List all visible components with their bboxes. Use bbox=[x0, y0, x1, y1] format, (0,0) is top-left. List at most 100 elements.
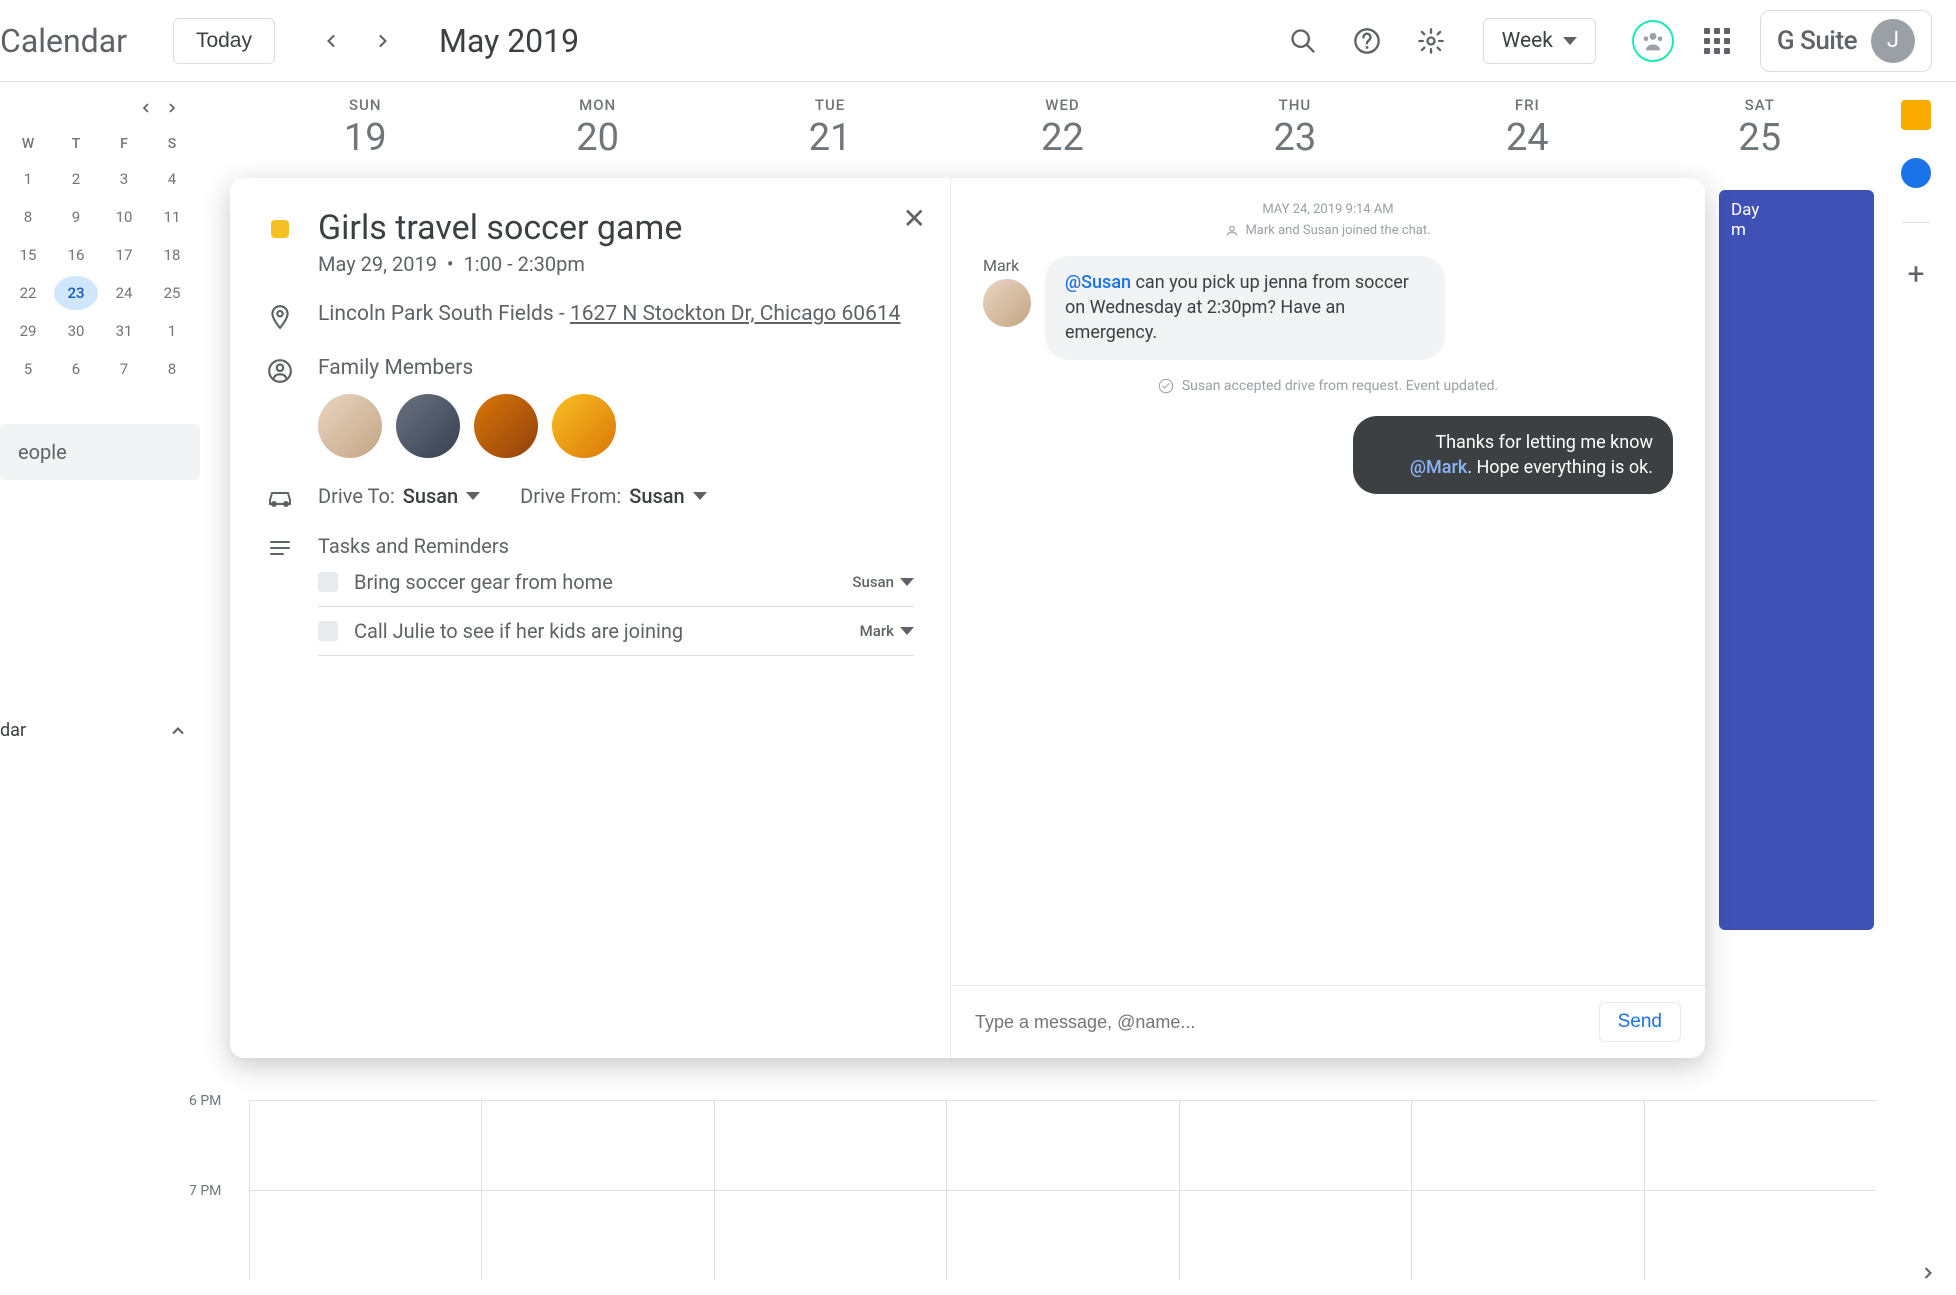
chat-message-in: Mark @Susan can you pick up jenna from s… bbox=[983, 256, 1673, 360]
avatar[interactable] bbox=[396, 394, 460, 458]
mini-cal-day[interactable]: 6 bbox=[54, 352, 98, 386]
family-link-icon[interactable] bbox=[1632, 20, 1674, 62]
all-day-event-block[interactable]: Day m bbox=[1719, 190, 1874, 930]
mini-nav bbox=[0, 100, 200, 116]
mini-next-icon[interactable] bbox=[164, 100, 180, 116]
search-people-input[interactable]: eople bbox=[0, 424, 200, 480]
mini-cal-day[interactable]: 10 bbox=[102, 200, 146, 234]
view-selector[interactable]: Week bbox=[1483, 18, 1596, 64]
next-week-button[interactable] bbox=[361, 19, 405, 63]
chat-bubble: @Susan can you pick up jenna from soccer… bbox=[1045, 256, 1445, 360]
chat-panel: MAY 24, 2019 9:14 AM Mark and Susan join… bbox=[950, 178, 1705, 1058]
time-label: 6 PM bbox=[189, 1093, 221, 1109]
drive-to-selector[interactable]: Drive To: Susan bbox=[318, 484, 480, 508]
prev-week-button[interactable] bbox=[309, 19, 353, 63]
event-details-panel: ✕ Girls travel soccer game May 29, 2019 … bbox=[230, 178, 950, 1058]
task-assignee-selector[interactable]: Susan bbox=[852, 573, 914, 591]
chat-system-status: Susan accepted drive from request. Event… bbox=[983, 378, 1673, 394]
avatar bbox=[983, 279, 1031, 327]
task-assignee-selector[interactable]: Mark bbox=[860, 622, 914, 640]
addons-plus-icon[interactable]: + bbox=[1907, 257, 1924, 292]
rail-divider bbox=[1902, 222, 1930, 223]
my-calendars-toggle[interactable]: dar bbox=[0, 700, 200, 741]
mini-cal-day[interactable]: 1 bbox=[150, 314, 194, 348]
group-label: Family Members bbox=[318, 356, 914, 380]
event-details-popup: ✕ Girls travel soccer game May 29, 2019 … bbox=[230, 178, 1705, 1058]
tasks-icon[interactable] bbox=[1901, 158, 1931, 188]
week-day-header[interactable]: THU23 bbox=[1179, 82, 1411, 168]
mini-cal-day[interactable]: 16 bbox=[54, 238, 98, 272]
avatar[interactable] bbox=[318, 394, 382, 458]
help-icon[interactable] bbox=[1343, 17, 1391, 65]
mini-cal-day[interactable]: 8 bbox=[6, 200, 50, 234]
mini-cal-day[interactable]: 7 bbox=[102, 352, 146, 386]
checkmark-icon bbox=[1158, 378, 1174, 394]
week-day-header[interactable]: WED22 bbox=[946, 82, 1178, 168]
mini-cal-day[interactable]: 4 bbox=[150, 162, 194, 196]
task-checkbox[interactable] bbox=[318, 621, 338, 641]
dropdown-icon bbox=[693, 492, 707, 500]
search-icon[interactable] bbox=[1279, 17, 1327, 65]
event-title-frag: Day bbox=[1731, 200, 1862, 220]
mini-cal-day[interactable]: 15 bbox=[6, 238, 50, 272]
tasks-label: Tasks and Reminders bbox=[318, 534, 914, 558]
right-rail: + bbox=[1894, 100, 1938, 292]
mini-cal-day[interactable]: 2 bbox=[54, 162, 98, 196]
notes-icon bbox=[268, 536, 292, 560]
week-day-header[interactable]: SUN19 bbox=[249, 82, 481, 168]
mini-cal-day[interactable]: 31 bbox=[102, 314, 146, 348]
mini-prev-icon[interactable] bbox=[138, 100, 154, 116]
mini-cal-day[interactable]: 1 bbox=[6, 162, 50, 196]
week-day-header[interactable]: TUE21 bbox=[714, 82, 946, 168]
chat-bubble: Thanks for letting me know @Mark. Hope e… bbox=[1353, 416, 1673, 494]
week-day-header[interactable]: SAT25 bbox=[1644, 82, 1876, 168]
mini-calendar: WTFS123489101115161718222324252930311567… bbox=[0, 82, 200, 404]
user-avatar[interactable]: J bbox=[1871, 19, 1915, 63]
mini-cal-day[interactable]: 23 bbox=[54, 276, 98, 310]
event-time-frag: m bbox=[1731, 220, 1862, 240]
task-item: Bring soccer gear from home Susan bbox=[318, 558, 914, 607]
mini-cal-day[interactable]: 3 bbox=[102, 162, 146, 196]
avatar[interactable] bbox=[552, 394, 616, 458]
mini-cal-day[interactable]: 11 bbox=[150, 200, 194, 234]
gsuite-logo: G Suite bbox=[1777, 26, 1857, 56]
event-title: Girls travel soccer game bbox=[318, 208, 914, 248]
task-checkbox[interactable] bbox=[318, 572, 338, 592]
chat-message-out: Thanks for letting me know @Mark. Hope e… bbox=[983, 416, 1673, 494]
event-color-chip bbox=[271, 220, 289, 238]
location-link[interactable]: 1627 N Stockton Dr, Chicago 60614 bbox=[570, 302, 901, 326]
mention[interactable]: @Susan bbox=[1065, 272, 1131, 293]
mini-cal-day[interactable]: 5 bbox=[6, 352, 50, 386]
chevron-up-icon bbox=[168, 721, 188, 741]
settings-icon[interactable] bbox=[1407, 17, 1455, 65]
side-panel-toggle-icon[interactable] bbox=[1918, 1263, 1938, 1283]
chat-input[interactable] bbox=[975, 1012, 1599, 1033]
week-header: SUN19MON20TUE21WED22THU23FRI24SAT25 bbox=[249, 82, 1876, 168]
apps-launcher-icon[interactable] bbox=[1704, 28, 1730, 54]
person-icon bbox=[1225, 224, 1239, 238]
mini-cal-day[interactable]: 18 bbox=[150, 238, 194, 272]
today-button[interactable]: Today bbox=[173, 18, 275, 64]
drive-from-selector[interactable]: Drive From: Susan bbox=[520, 484, 707, 508]
left-sidebar: WTFS123489101115161718222324252930311567… bbox=[0, 82, 200, 741]
avatar[interactable] bbox=[474, 394, 538, 458]
mini-cal-day[interactable]: 24 bbox=[102, 276, 146, 310]
close-icon[interactable]: ✕ bbox=[903, 202, 926, 235]
member-avatars bbox=[318, 394, 914, 458]
mini-cal-day[interactable]: 8 bbox=[150, 352, 194, 386]
chat-timestamp: MAY 24, 2019 9:14 AM bbox=[983, 202, 1673, 217]
mini-cal-day[interactable]: 9 bbox=[54, 200, 98, 234]
week-day-header[interactable]: FRI24 bbox=[1411, 82, 1643, 168]
keep-icon[interactable] bbox=[1901, 100, 1931, 130]
chat-body: MAY 24, 2019 9:14 AM Mark and Susan join… bbox=[951, 178, 1705, 985]
send-button[interactable]: Send bbox=[1599, 1002, 1681, 1042]
mini-cal-day[interactable]: 22 bbox=[6, 276, 50, 310]
mini-cal-day[interactable]: 30 bbox=[54, 314, 98, 348]
mini-cal-day[interactable]: 29 bbox=[6, 314, 50, 348]
week-day-header[interactable]: MON20 bbox=[481, 82, 713, 168]
mention[interactable]: @Mark bbox=[1410, 457, 1467, 478]
task-text: Bring soccer gear from home bbox=[354, 570, 836, 594]
mini-cal-day[interactable]: 25 bbox=[150, 276, 194, 310]
top-bar: Calendar Today May 2019 Week G Suite J bbox=[0, 0, 1956, 82]
mini-cal-day[interactable]: 17 bbox=[102, 238, 146, 272]
